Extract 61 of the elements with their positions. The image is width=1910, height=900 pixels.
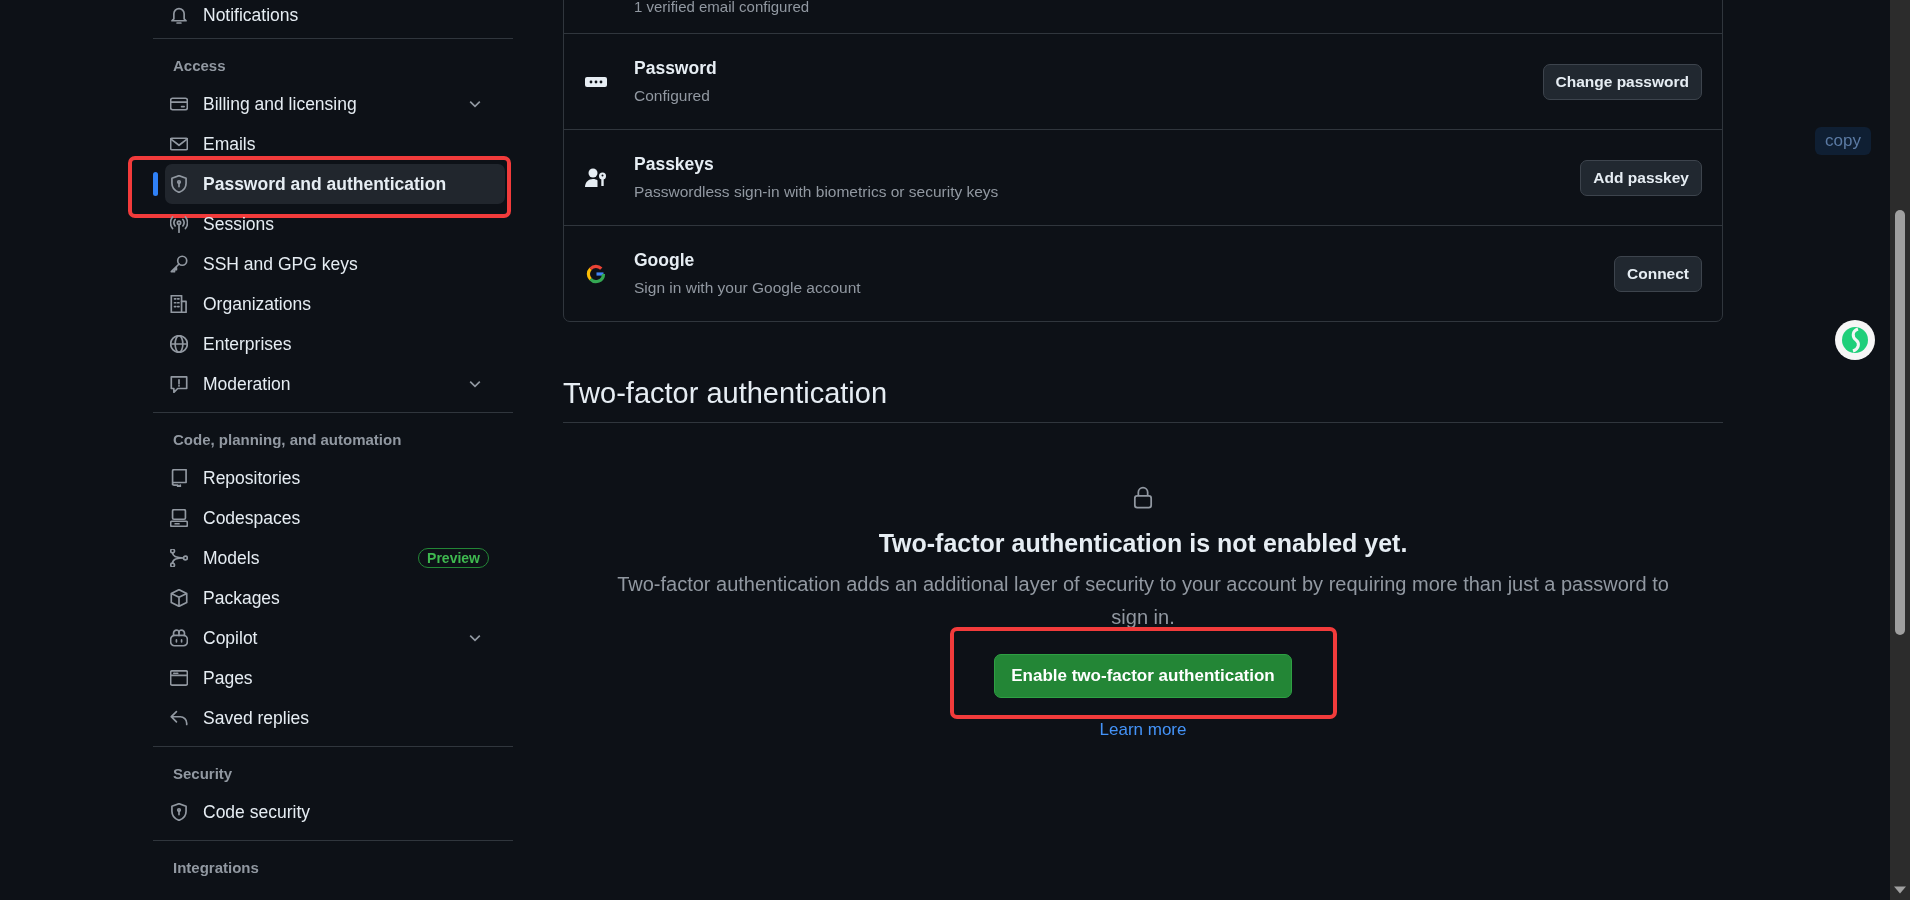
key-icon — [170, 255, 188, 273]
chevron-down-icon[interactable] — [469, 380, 481, 388]
chevron-down-icon[interactable] — [469, 634, 481, 642]
shield-icon — [170, 803, 188, 821]
enable-2fa-button[interactable]: Enable two-factor authentication — [994, 654, 1292, 698]
method-name: Password — [634, 58, 718, 79]
credit-card-icon — [170, 95, 188, 113]
robot-icon — [170, 629, 188, 647]
browser-window-icon — [170, 669, 188, 687]
action-button[interactable]: Add passkey — [1580, 159, 1702, 196]
active-indicator — [153, 172, 158, 196]
comment-alert-icon — [170, 375, 188, 393]
envelope-icon — [170, 135, 188, 153]
building-icon — [170, 295, 188, 313]
sidebar-item[interactable]: Emails — [165, 124, 505, 164]
cube-icon — [170, 589, 188, 607]
method-description: Sign in with your Google account — [634, 279, 862, 297]
email-status: 1 verified email configured — [634, 0, 810, 15]
sidebar-item[interactable]: Sessions — [165, 204, 505, 244]
broadcast-icon — [170, 215, 188, 233]
sidebar-item[interactable]: Enterprises — [165, 324, 505, 364]
sidebar-item[interactable]: Saved replies — [165, 698, 505, 738]
sidebar-item[interactable]: SSH and GPG keys — [165, 244, 505, 284]
action-button[interactable]: Connect — [1614, 255, 1702, 292]
section-heading: Security — [172, 764, 234, 784]
book-icon — [170, 469, 188, 487]
chevron-down-icon[interactable] — [469, 100, 481, 108]
reply-arrow-icon — [170, 709, 188, 727]
sidebar-item[interactable]: Billing and licensing — [165, 84, 505, 124]
section-heading: Code, planning, and automation — [172, 430, 403, 450]
sidebar-item[interactable]: Notifications — [165, 0, 505, 30]
method-name: Passkeys — [634, 154, 715, 175]
sidebar-item[interactable]: Packages — [165, 578, 505, 618]
method-name: Google — [634, 250, 696, 271]
learn-more-link[interactable]: Learn more — [1099, 720, 1187, 740]
sidebar-item[interactable]: Pages — [165, 658, 505, 698]
action-button[interactable]: Change password — [1542, 63, 1702, 100]
sidebar-item[interactable]: Code security — [165, 792, 505, 832]
sidebar-item[interactable]: Organizations — [165, 284, 505, 324]
method-description: Passwordless sign-in with biometrics or security keys — [634, 183, 1000, 201]
sidebar-item[interactable]: Models Preview — [165, 538, 505, 578]
nodes-icon — [170, 549, 188, 567]
scroll-down-arrow-icon[interactable] — [1894, 886, 1906, 894]
copy-button[interactable]: copy — [1815, 127, 1871, 155]
sidebar-item[interactable]: Moderation — [165, 364, 505, 404]
shield-icon — [170, 175, 188, 193]
empty-state-description: Two-factor authentication adds an additional layer of security to your account by requiring more than just a password to sign in. — [616, 572, 1670, 630]
scrollbar-thumb[interactable] — [1895, 210, 1905, 635]
sidebar-item[interactable]: Repositories — [165, 458, 505, 498]
method-description: Configured — [634, 87, 711, 105]
globe-icon — [170, 335, 188, 353]
scrollbar[interactable] — [1890, 0, 1910, 900]
bell-icon — [170, 6, 188, 24]
section-heading: Integrations — [172, 858, 260, 878]
section-heading: Access — [172, 56, 227, 76]
floating-assistant-icon[interactable] — [1835, 320, 1875, 360]
empty-state-title: Two-factor authentication is not enabled yet. — [878, 529, 1408, 558]
section-title: Two-factor authentication — [563, 377, 1723, 423]
sidebar-item[interactable]: Copilot — [165, 618, 505, 658]
laptop-icon — [170, 509, 188, 527]
sidebar-item[interactable]: Codespaces — [165, 498, 505, 538]
